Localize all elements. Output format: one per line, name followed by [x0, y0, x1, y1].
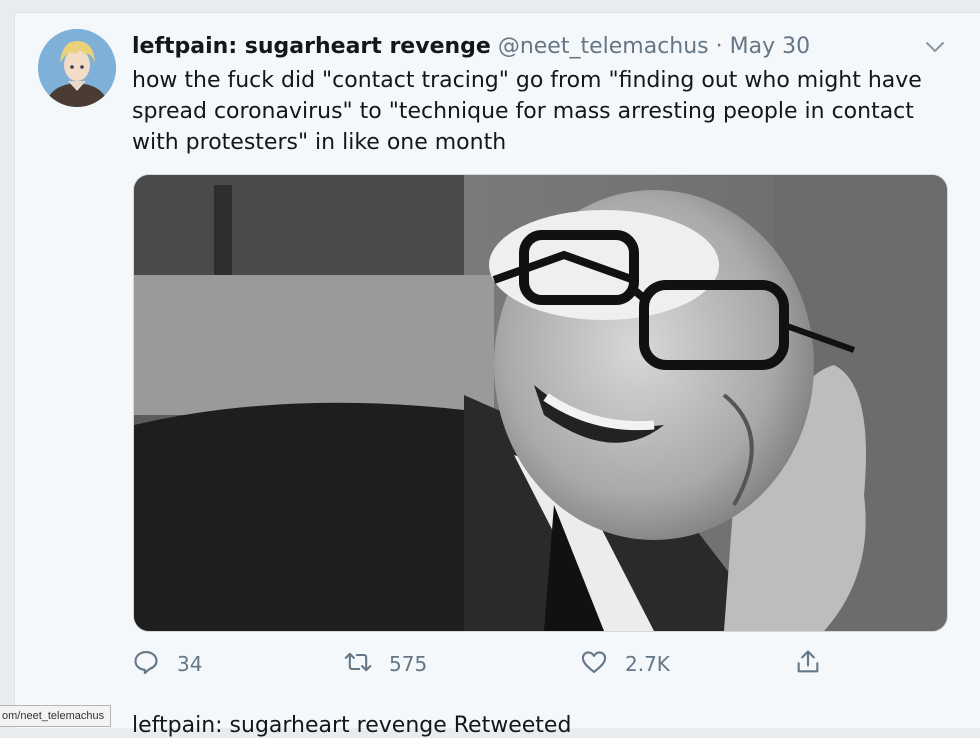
- like-count: 2.7K: [625, 652, 670, 676]
- display-name[interactable]: leftpain: sugarheart revenge: [132, 34, 491, 59]
- reply-count: 34: [177, 652, 203, 676]
- tweet-header: leftpain: sugarheart revenge @neet_telem…: [132, 33, 810, 61]
- share-button[interactable]: [794, 646, 822, 682]
- tweet-actions: 34 575 2.7K: [132, 646, 832, 682]
- retweet-count: 575: [389, 652, 428, 676]
- retweeted-context[interactable]: leftpain: sugarheart revenge Retweeted: [132, 713, 571, 738]
- tweet-photo[interactable]: [133, 174, 948, 632]
- tweet-date[interactable]: May 30: [730, 34, 810, 59]
- link-url-tooltip: om/neet_telemachus: [0, 705, 112, 727]
- tweet[interactable]: leftpain: sugarheart revenge @neet_telem…: [15, 13, 980, 703]
- tweet-text: how the fuck did "contact tracing" go fr…: [132, 68, 922, 155]
- timeline: leftpain: sugarheart revenge @neet_telem…: [14, 12, 980, 738]
- user-handle[interactable]: @neet_telemachus: [498, 34, 709, 59]
- avatar[interactable]: [38, 29, 116, 107]
- reply-icon: [132, 648, 160, 680]
- chevron-down-icon[interactable]: [923, 35, 947, 59]
- reply-button[interactable]: 34: [132, 646, 202, 682]
- share-icon: [794, 648, 822, 680]
- retweet-icon: [344, 648, 372, 680]
- like-button[interactable]: 2.7K: [580, 646, 670, 682]
- retweet-button[interactable]: 575: [344, 646, 427, 682]
- heart-icon: [580, 648, 608, 680]
- header-separator: ·: [715, 34, 723, 59]
